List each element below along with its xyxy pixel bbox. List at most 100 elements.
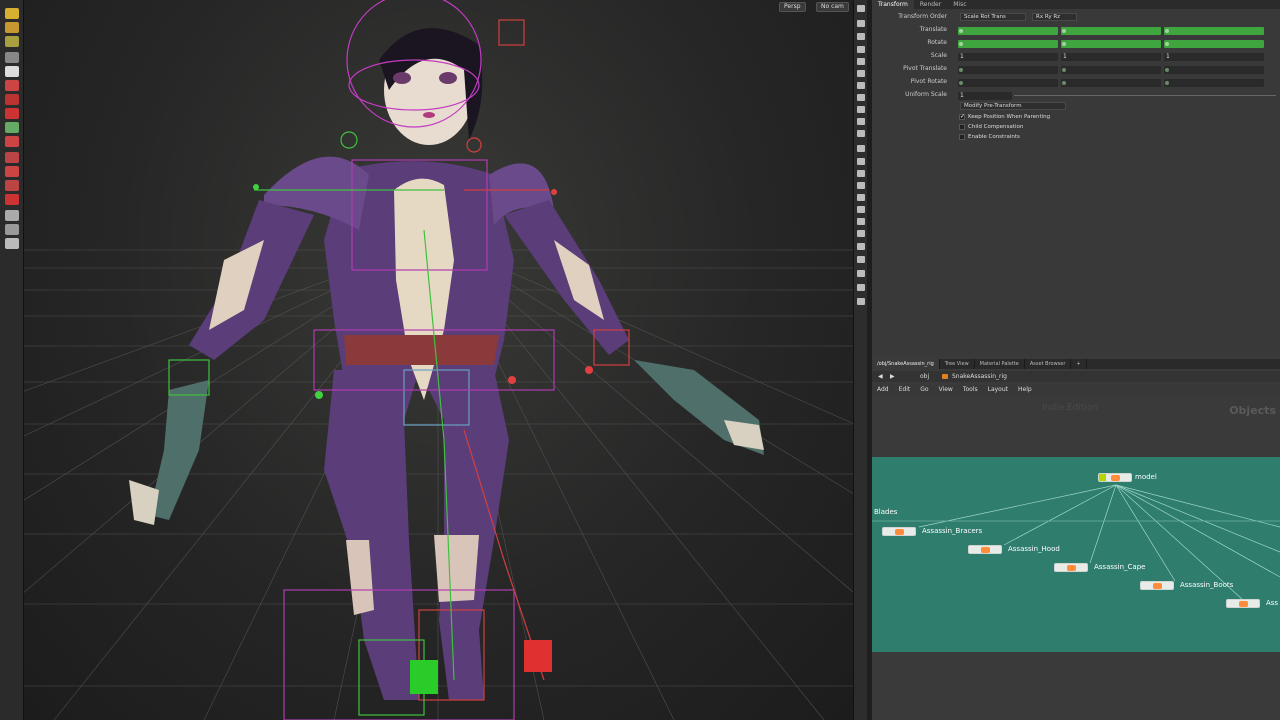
menu-add[interactable]: Add xyxy=(872,385,894,395)
keep-position-checkbox[interactable]: ✓ Keep Position When Parenting xyxy=(959,113,1050,122)
edge-icon[interactable] xyxy=(857,170,865,177)
node-assassin-bracers[interactable] xyxy=(882,527,916,536)
rotate-x-field[interactable] xyxy=(958,40,1058,48)
enable-constraints-checkbox[interactable]: Enable Constraints xyxy=(959,133,1020,142)
translate-y-field[interactable] xyxy=(1061,27,1161,35)
vertex-icon[interactable] xyxy=(857,158,865,165)
menu-layout[interactable]: Layout xyxy=(983,385,1013,395)
node-model[interactable] xyxy=(1098,473,1132,482)
node-assassin-hood[interactable] xyxy=(968,545,1002,554)
loop-tool-icon[interactable] xyxy=(5,194,19,205)
flipbook-icon[interactable] xyxy=(857,270,865,277)
scene-viewport[interactable]: Persp No cam xyxy=(24,0,853,720)
pivot-translate-x-field[interactable] xyxy=(958,66,1058,74)
character-model[interactable] xyxy=(129,28,764,700)
tab-tree-view[interactable]: Tree View xyxy=(940,359,975,369)
network-empty-area[interactable] xyxy=(872,652,1280,720)
tab-render[interactable]: Render xyxy=(914,0,947,9)
menu-go[interactable]: Go xyxy=(915,385,933,395)
paint-tool-icon[interactable] xyxy=(5,136,19,147)
pivot-rotate-y-field[interactable] xyxy=(1061,79,1161,87)
forward-arrow-icon[interactable]: ▶ xyxy=(890,371,895,382)
camera-tool-icon[interactable] xyxy=(5,210,19,221)
modify-pretransform-dropdown[interactable]: Modify Pre-Transform xyxy=(960,102,1066,110)
pivot-rotate-z-field[interactable] xyxy=(1164,79,1264,87)
menu-view[interactable]: View xyxy=(934,385,958,395)
rotate-order-dropdown[interactable]: Rx Ry Rz xyxy=(1032,13,1077,21)
select-tool-icon[interactable] xyxy=(5,8,19,19)
points-icon[interactable] xyxy=(857,70,865,77)
view-tool-icon[interactable] xyxy=(5,122,19,133)
pivot-translate-z-field[interactable] xyxy=(1164,66,1264,74)
background-icon[interactable] xyxy=(857,118,865,125)
node-assassin-cape[interactable] xyxy=(1054,563,1088,572)
wireframe-icon[interactable] xyxy=(857,58,865,65)
render-tool-icon[interactable] xyxy=(5,238,19,249)
tab-network-path[interactable]: /obj/SnakeAssassin_rig xyxy=(872,359,940,369)
viewport-canvas xyxy=(24,0,853,720)
rotate-y-field[interactable] xyxy=(1061,40,1161,48)
rotate-z-field[interactable] xyxy=(1164,40,1264,48)
handle-tool-icon[interactable] xyxy=(5,66,19,77)
guide-icon[interactable] xyxy=(857,130,865,137)
menu-edit[interactable]: Edit xyxy=(894,385,916,395)
ghost-icon[interactable] xyxy=(857,20,865,27)
render-region-icon[interactable] xyxy=(857,284,865,291)
rotate-tool-icon[interactable] xyxy=(5,36,19,47)
tab-misc[interactable]: Misc xyxy=(947,0,972,9)
pivot-rotate-x-field[interactable] xyxy=(958,79,1058,87)
shading-icon[interactable] xyxy=(857,46,865,53)
handles-icon[interactable] xyxy=(857,206,865,213)
node-graph[interactable]: model Blades Assassin_Bracers Assassin_H… xyxy=(872,457,1280,652)
translate-x-field[interactable] xyxy=(958,27,1058,35)
snap-tool-icon[interactable] xyxy=(5,152,19,163)
node-assassin-extra[interactable] xyxy=(1226,599,1260,608)
lock-icon[interactable] xyxy=(857,33,865,40)
translate-z-field[interactable] xyxy=(1164,27,1264,35)
tab-transform[interactable]: Transform xyxy=(872,0,914,9)
path-root[interactable]: obj xyxy=(920,371,929,382)
child-compensation-checkbox[interactable]: Child Compensation xyxy=(959,123,1023,132)
grid-icon[interactable] xyxy=(857,94,865,101)
uniform-scale-field[interactable]: 1 xyxy=(958,92,1012,100)
light-tool-icon[interactable] xyxy=(5,224,19,235)
menu-help[interactable]: Help xyxy=(1013,385,1037,395)
add-tab-button[interactable]: + xyxy=(1071,359,1087,369)
scale-z-field[interactable]: 1 xyxy=(1164,53,1264,61)
rotate-label: Rotate xyxy=(927,39,947,46)
camera-menu-button[interactable]: No cam xyxy=(816,2,849,12)
snap-icon[interactable] xyxy=(857,218,865,225)
pivot-translate-row: Pivot Translate xyxy=(872,64,1280,74)
parameter-tabs: Transform Render Misc xyxy=(872,0,1280,9)
visibility-icon[interactable] xyxy=(857,256,865,263)
transform-order-dropdown[interactable]: Scale Rot Trans xyxy=(960,13,1026,21)
menu-tools[interactable]: Tools xyxy=(958,385,983,395)
template-icon[interactable] xyxy=(857,230,865,237)
magnet-tool-icon[interactable] xyxy=(5,166,19,177)
settings-icon[interactable] xyxy=(857,298,865,305)
pin-icon[interactable] xyxy=(857,5,865,12)
back-arrow-icon[interactable]: ◀ xyxy=(878,371,883,382)
pin-tool-icon[interactable] xyxy=(5,180,19,191)
scale-tool-icon[interactable] xyxy=(5,52,19,63)
capture-tool-icon[interactable] xyxy=(5,108,19,119)
pose-tool-icon[interactable] xyxy=(5,80,19,91)
scale-y-field[interactable]: 1 xyxy=(1061,53,1161,61)
face-icon[interactable] xyxy=(857,182,865,189)
scale-x-field[interactable]: 1 xyxy=(958,53,1058,61)
tab-asset-browser[interactable]: Asset Browser xyxy=(1025,359,1072,369)
select-icon[interactable] xyxy=(857,243,865,250)
light-icon[interactable] xyxy=(857,82,865,89)
persp-button[interactable]: Persp xyxy=(779,2,806,12)
tab-material-palette[interactable]: Material Palette xyxy=(975,359,1025,369)
camera-icon[interactable] xyxy=(857,106,865,113)
bbox-icon[interactable] xyxy=(857,194,865,201)
path-node[interactable]: SnakeAssassin_rig xyxy=(952,371,1007,382)
node-assassin-boots[interactable] xyxy=(1140,581,1174,590)
pivot-translate-y-field[interactable] xyxy=(1061,66,1161,74)
uniform-scale-row: Uniform Scale 1 xyxy=(872,90,1280,100)
move-tool-icon[interactable] xyxy=(5,22,19,33)
normals-icon[interactable] xyxy=(857,145,865,152)
uniform-scale-slider[interactable] xyxy=(1014,95,1276,96)
bone-tool-icon[interactable] xyxy=(5,94,19,105)
